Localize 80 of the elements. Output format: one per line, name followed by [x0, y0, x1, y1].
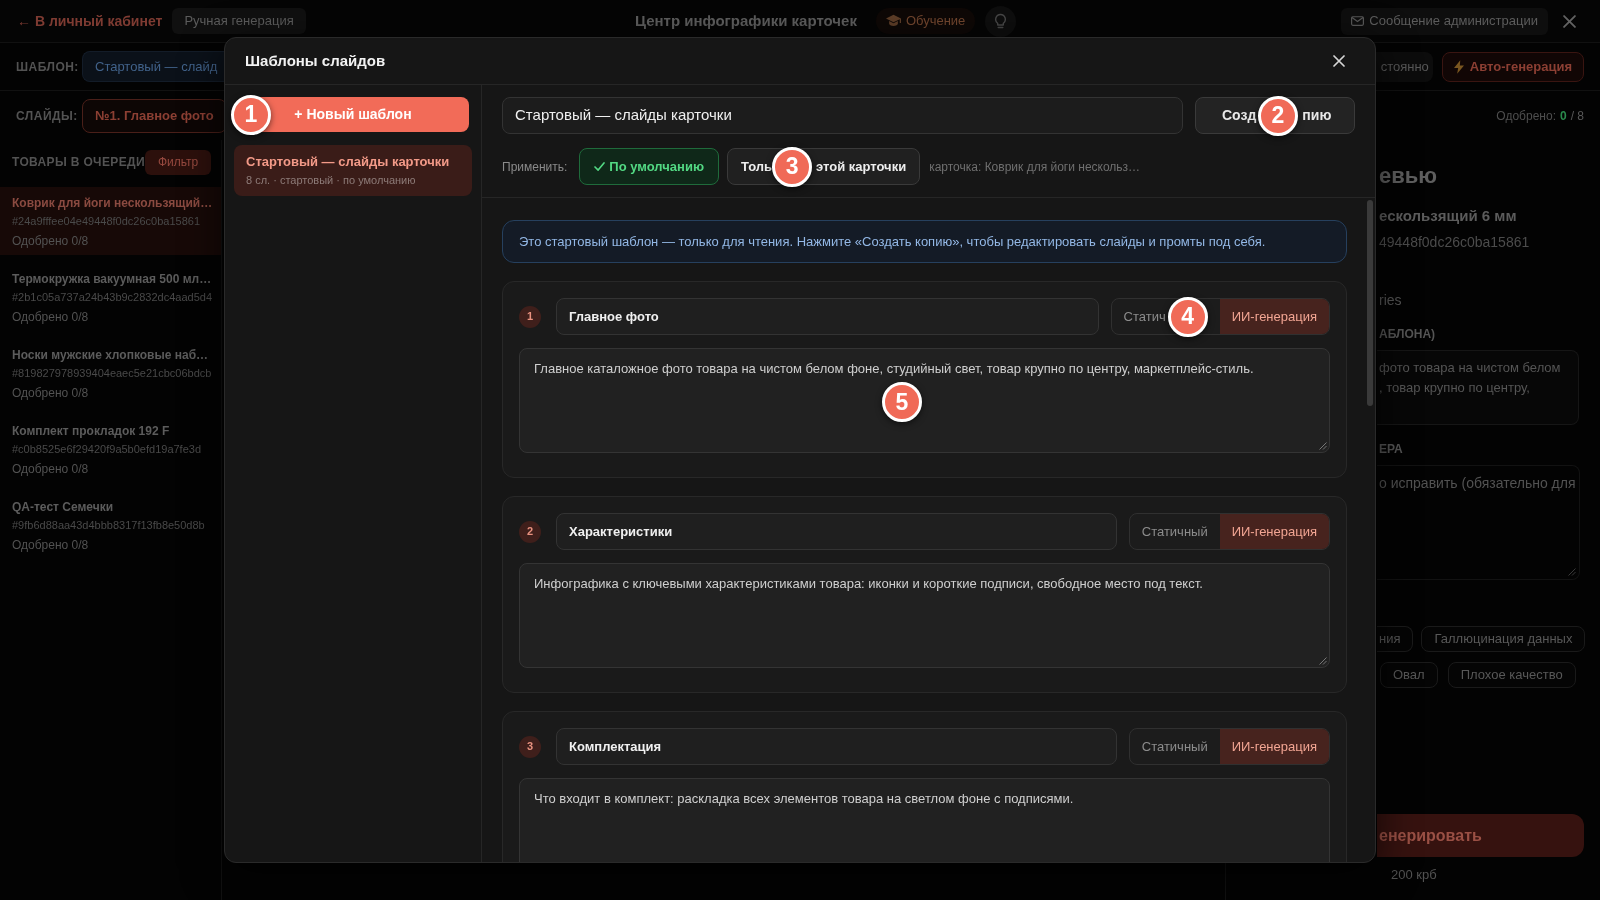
approval-status: Одобрено 0/8 [12, 385, 90, 402]
queue-item[interactable]: Комплект прокладок 192 F #c0b8525e6f29420f9a5b0efd19a7fe3d Одобрено 0/8 [0, 415, 221, 483]
auto-generation-button[interactable]: Авто-генерация [1441, 51, 1584, 82]
mode-option[interactable]: ИИ-генерация [1219, 299, 1329, 334]
slide-number: 3 [519, 735, 541, 758]
modal-title: Шаблоны слайдов [245, 50, 386, 71]
product-title: Термокружка вакуумная 500 мл… [12, 271, 209, 287]
lightning-icon [1453, 59, 1464, 74]
product-id: #c0b8525e6f29420f9a5b0efd19a7fe3d [12, 442, 203, 457]
message-button[interactable]: Сообщение администрации [1341, 7, 1548, 35]
card-hint: карточка: Коврик для йоги нескольз… [929, 158, 1141, 176]
tag-chip[interactable]: Галлюцинация данных [1421, 626, 1586, 652]
callout-marker: 1 [231, 94, 271, 135]
lightbulb-icon[interactable] [985, 5, 1017, 37]
template-name-field[interactable]: Стартовый — слайды карточки [502, 97, 1183, 134]
approved-total: / 8 [1570, 107, 1584, 125]
check-icon [594, 162, 606, 171]
approval-status: Одобрено 0/8 [12, 309, 90, 326]
product-title: QA-тест Семечки [12, 499, 115, 515]
filter-button[interactable]: Фильтр [144, 149, 212, 175]
mode-option[interactable]: Статичный [1129, 514, 1220, 549]
prompt-field[interactable]: Что входит в комплект: раскладка всех элементов товара на светлом фоне с подписями. [519, 778, 1330, 862]
mode-option[interactable]: ИИ-генерация [1219, 514, 1329, 549]
panel-heading: евью [1378, 162, 1439, 190]
mode-option[interactable]: Статичный [1129, 729, 1220, 764]
field-label: СЛАЙДЫ: [15, 107, 79, 125]
back-link[interactable]: ← В личный кабинет [17, 10, 163, 32]
mode-tab[interactable]: Ручная генерация [172, 8, 306, 34]
slide-number: 2 [519, 520, 541, 543]
product-title: Комплект прокладок 192 F [12, 423, 171, 439]
queue-item[interactable]: Коврик для йоги нескользящий… #24a9fffee04e49448f0dc26c0ba15861 Одобрено 0/8 [0, 187, 221, 255]
prompt-preview: фото товара на чистом белом , товар крупно по центру, [1377, 350, 1579, 425]
approval-status: Одобрено 0/8 [12, 537, 90, 554]
tag-chip[interactable]: Овал [1380, 662, 1438, 688]
approved-label: Одобрено: [1496, 107, 1556, 125]
resize-grip-icon[interactable] [1568, 568, 1576, 576]
section-label: ЕРА [1378, 441, 1404, 457]
info-notice: Это стартовый шаблон — только для чтения. Нажмите «Создать копию», чтобы редактировать слайды и промты под себя. [502, 220, 1347, 263]
product-id: #24a9fffee04e49448f0dc26c0ba15861 [12, 214, 201, 229]
template-name: Стартовый — слайды карточки [246, 154, 451, 170]
resize-grip-icon[interactable] [1319, 657, 1327, 665]
template-item[interactable]: Стартовый — слайды карточки 8 сл. · стартовый · по умолчанию [234, 145, 472, 196]
section-title: ТОВАРЫ В ОЧЕРЕДИ [12, 154, 145, 171]
product-id: 49448f0dc26c0ba15861 [1378, 233, 1531, 252]
slide-title-field[interactable]: Главное фото [556, 298, 1099, 335]
approval-status: Одобрено 0/8 [12, 233, 90, 250]
field-label: ШАБЛОН: [15, 58, 80, 76]
tag-chip[interactable]: Плохое качество [1447, 662, 1576, 688]
graduation-cap-icon [885, 14, 901, 28]
slide-number: 1 [519, 305, 541, 328]
price-text: 200 крб [1390, 866, 1438, 884]
slide-chip[interactable]: №1. Главное фото [82, 98, 227, 133]
mode-option[interactable]: ИИ-генерация [1219, 729, 1329, 764]
envelope-icon [1351, 16, 1365, 26]
resize-grip-icon[interactable] [1319, 442, 1327, 450]
queue-item[interactable]: Носки мужские хлопковые наб… #819827978939404eaec5e21cbc06bdcb Одобрено 0/8 [0, 339, 221, 407]
queue-item[interactable]: Термокружка вакуумная 500 мл… #2b1c05a737a24b43b9c2832dc4aad5d4 Одобрено 0/8 [0, 263, 221, 331]
product-name: ескользящий 6 мм [1378, 206, 1518, 226]
slide-title-field[interactable]: Характеристики [556, 513, 1117, 550]
tag-chip[interactable]: ния [1377, 626, 1414, 652]
product-title: Коврик для йоги нескользящий… [12, 195, 209, 211]
generate-button[interactable]: енерировать [1377, 814, 1584, 857]
section-label: АБЛОНА) [1378, 326, 1437, 342]
scrollbar-thumb[interactable] [1367, 200, 1373, 406]
review-note-field[interactable]: о исправить (обязательно для [1377, 465, 1580, 580]
approved-count: 0 [1559, 107, 1567, 125]
category-text: ries [1378, 291, 1403, 310]
scope-button[interactable]: По умолчанию [579, 148, 720, 185]
approval-status: Одобрено 0/8 [12, 461, 90, 478]
product-id: #819827978939404eaec5e21cbc06bdcb [12, 366, 209, 381]
product-title: Носки мужские хлопковые наб… [12, 347, 209, 363]
prompt-field[interactable]: Инфографика с ключевыми характеристиками товара: иконки и короткие подписи, свободное место под текст. [519, 563, 1330, 668]
slide-title-field[interactable]: Комплектация [556, 728, 1117, 765]
product-id: #9fb6d88aa43d4bbb8317f13fb8e50d8b [12, 518, 206, 533]
template-select[interactable]: Стартовый — слайд [82, 51, 224, 82]
queue-item[interactable]: QA-тест Семечки #9fb6d88aa43d4bbb8317f13fb8e50d8b Одобрено 0/8 [0, 491, 221, 559]
apply-label: Применить: [502, 158, 568, 176]
template-meta: 8 сл. · стартовый · по умолчанию [246, 173, 417, 187]
tutorial-button[interactable]: Обучение [875, 8, 976, 34]
app-title: Центр инфографики карточек [635, 10, 857, 31]
